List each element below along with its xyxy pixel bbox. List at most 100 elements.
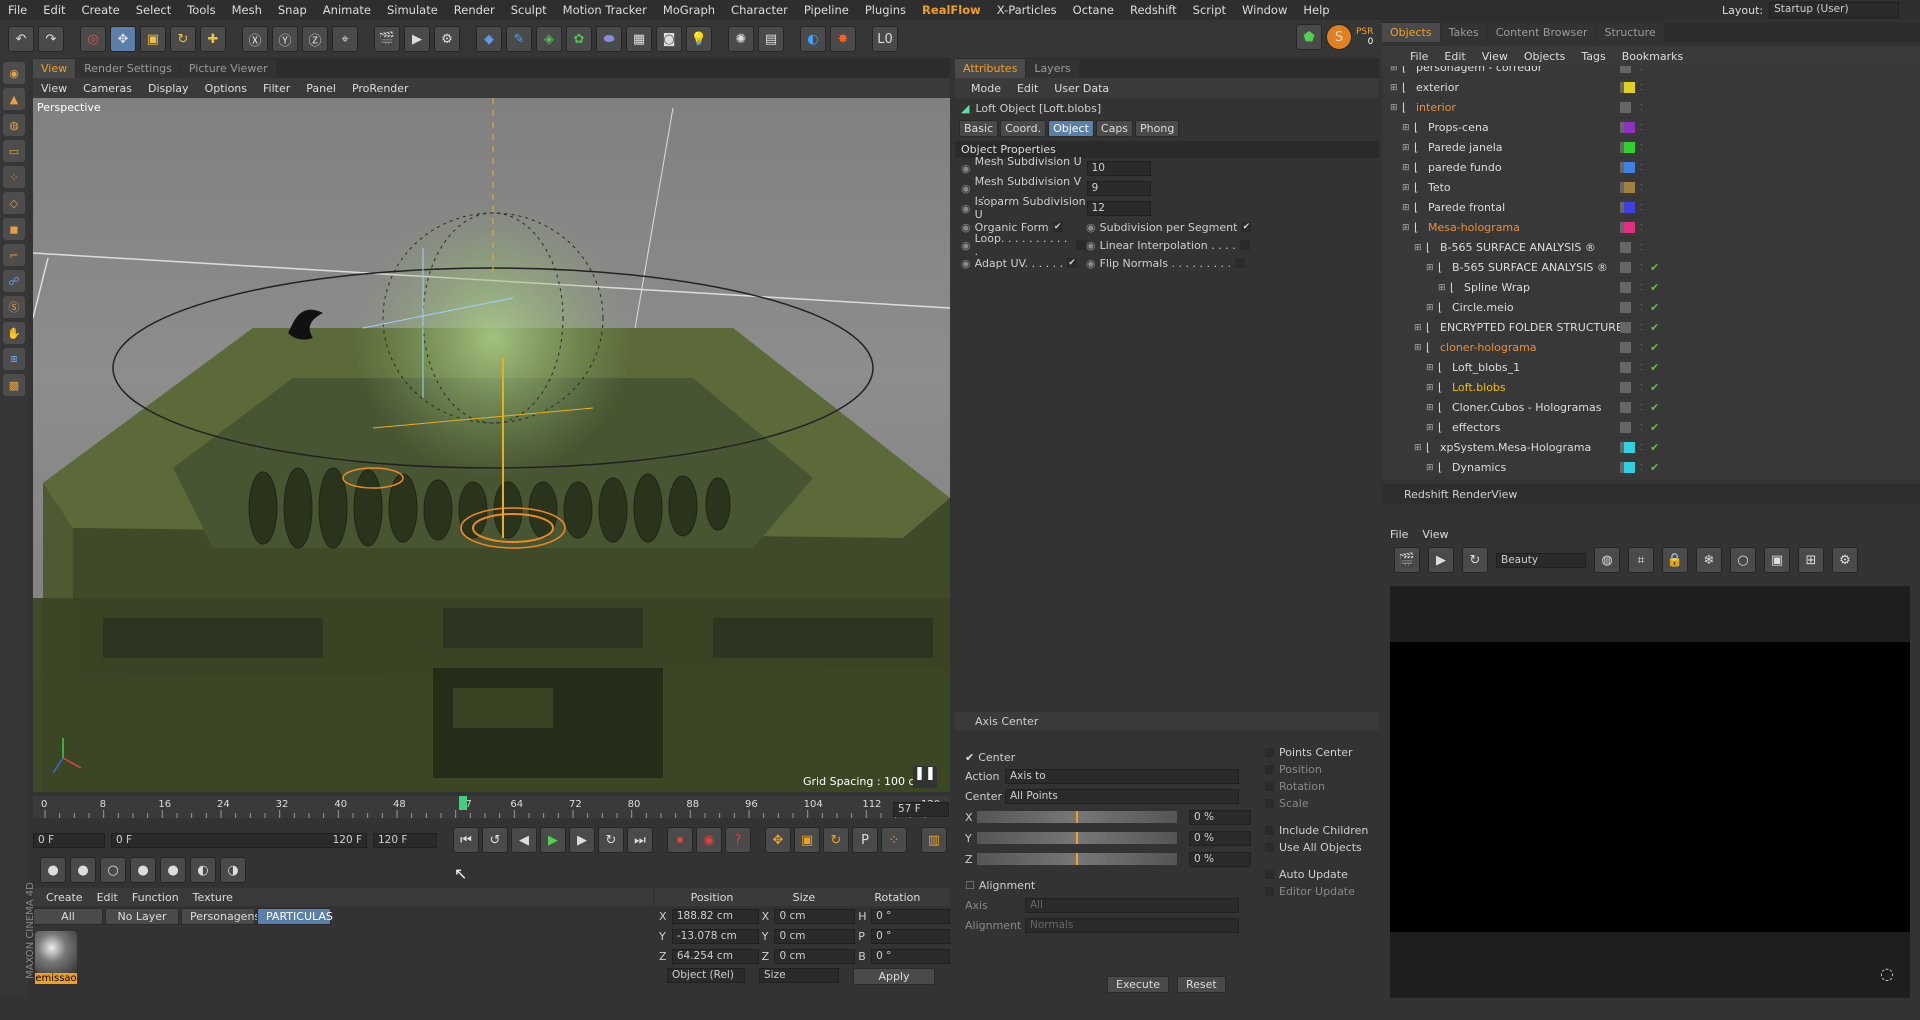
settings-icon[interactable]: ⚙ bbox=[1832, 547, 1858, 573]
render-picture-icon[interactable]: ▶ bbox=[404, 26, 430, 52]
menu-octane[interactable]: Octane bbox=[1065, 3, 1122, 17]
layer-icon[interactable] bbox=[1620, 262, 1631, 273]
attributes-tab-0[interactable]: Attributes bbox=[955, 59, 1026, 78]
tweak-icon[interactable]: ☍ bbox=[3, 270, 25, 292]
layer-icon[interactable] bbox=[1620, 362, 1631, 373]
object-row[interactable]: ⊞ ⌊ Circle.meio ⁚ ✔ bbox=[1382, 298, 1902, 318]
object-menu-tags[interactable]: Tags bbox=[1573, 50, 1613, 63]
menu-simulate[interactable]: Simulate bbox=[379, 3, 446, 17]
undo-icon[interactable]: ↶ bbox=[8, 26, 34, 52]
viewport-menu-options[interactable]: Options bbox=[197, 82, 255, 95]
material-filter-2[interactable]: Personagens bbox=[181, 908, 260, 925]
object-row[interactable]: ⊞ ⌊ personagem - corredor ⁚ bbox=[1382, 66, 1902, 78]
object-row[interactable]: ⊞ ⌊ Loft.blobs ⁚ ✔ bbox=[1382, 378, 1902, 398]
expand-icon[interactable]: ⊞ bbox=[1402, 123, 1410, 133]
center-check-icon[interactable]: ✔ bbox=[965, 751, 974, 764]
xparticles-icon[interactable]: ✺ bbox=[728, 26, 754, 52]
attributes-menu-0[interactable]: Mode bbox=[963, 82, 1009, 95]
menu-sculpt[interactable]: Sculpt bbox=[503, 3, 555, 17]
axis-y-percent[interactable]: 0 % bbox=[1189, 830, 1251, 846]
visibility-dots-icon[interactable]: ⁚ bbox=[1640, 163, 1643, 172]
prev-frame-icon[interactable]: ◀ bbox=[511, 827, 537, 853]
expand-icon[interactable]: ⊞ bbox=[1426, 403, 1434, 413]
enabled-check-icon[interactable]: ✔ bbox=[1650, 321, 1659, 334]
attributes-subtab-caps[interactable]: Caps bbox=[1095, 120, 1134, 137]
visibility-dots-icon[interactable]: ⁚ bbox=[1640, 403, 1643, 412]
rotation-field[interactable]: 0 ° bbox=[871, 928, 950, 944]
material-item[interactable]: emissao bbox=[35, 931, 77, 987]
expand-icon[interactable]: ⊞ bbox=[1426, 383, 1434, 393]
alignment-dropdown[interactable]: Normals bbox=[1025, 917, 1239, 933]
key-parameter-icon[interactable]: P bbox=[852, 827, 878, 853]
visibility-dots-icon[interactable]: ⁚ bbox=[1640, 83, 1643, 92]
timeline-icon[interactable]: ▥ bbox=[921, 827, 947, 853]
menu-character[interactable]: Character bbox=[723, 3, 796, 17]
alignment-check-icon[interactable]: ☐ bbox=[965, 879, 975, 892]
attributes-tab-1[interactable]: Layers bbox=[1026, 59, 1079, 78]
viewport-menu-prorender[interactable]: ProRender bbox=[344, 82, 417, 95]
slider-handle[interactable] bbox=[1076, 811, 1078, 823]
coordinate-system-icon[interactable]: ⌖ bbox=[332, 26, 358, 52]
viewport-menu-display[interactable]: Display bbox=[140, 82, 197, 95]
snap-icon[interactable]: Ⓢ bbox=[3, 296, 25, 318]
slider-handle[interactable] bbox=[1076, 853, 1078, 865]
expand-icon[interactable]: ⊞ bbox=[1402, 143, 1410, 153]
option-checkbox[interactable] bbox=[1265, 887, 1274, 896]
object-row[interactable]: ⊞ ⌊ effectors ⁚ ✔ bbox=[1382, 418, 1902, 438]
render-settings-icon[interactable]: ⚙ bbox=[434, 26, 460, 52]
sphere-preview-icon-4[interactable]: ● bbox=[130, 857, 156, 883]
attributes-subtab-coord[interactable]: Coord. bbox=[1000, 120, 1047, 137]
key-scale-icon[interactable]: ▣ bbox=[794, 827, 820, 853]
viewport-menu-cameras[interactable]: Cameras bbox=[75, 82, 140, 95]
rs-refresh-icon[interactable]: ↻ bbox=[1462, 547, 1488, 573]
radio-icon[interactable]: ◉ bbox=[961, 257, 971, 270]
axis-x-slider[interactable] bbox=[977, 811, 1177, 823]
crop-icon[interactable]: ⌗ bbox=[1628, 547, 1654, 573]
object-menu-objects[interactable]: Objects bbox=[1516, 50, 1574, 63]
x-axis-icon[interactable]: Ⓧ bbox=[242, 26, 268, 52]
visibility-dots-icon[interactable]: ⁚ bbox=[1640, 183, 1643, 192]
visibility-dots-icon[interactable]: ⁚ bbox=[1640, 263, 1643, 272]
visibility-dots-icon[interactable]: ⁚ bbox=[1640, 423, 1643, 432]
material-menu-function[interactable]: Function bbox=[125, 891, 186, 904]
slider-handle[interactable] bbox=[1076, 832, 1078, 844]
sphere-preview-icon-2[interactable]: ● bbox=[70, 857, 96, 883]
attribute-checkbox[interactable] bbox=[1076, 240, 1086, 250]
bounce-icon[interactable]: ↻ bbox=[598, 827, 624, 853]
menu-x-particles[interactable]: X-Particles bbox=[989, 3, 1065, 17]
octane-icon[interactable]: ◐ bbox=[800, 26, 826, 52]
rotation-field[interactable]: 0 ° bbox=[871, 948, 950, 964]
enabled-check-icon[interactable]: ✔ bbox=[1650, 301, 1659, 314]
center-dropdown[interactable]: All Points bbox=[1005, 788, 1239, 804]
expand-icon[interactable]: ⊞ bbox=[1414, 443, 1422, 453]
axis-x-percent[interactable]: 0 % bbox=[1189, 809, 1251, 825]
sphere-preview-icon-5[interactable]: ● bbox=[160, 857, 186, 883]
enabled-check-icon[interactable]: ✔ bbox=[1650, 361, 1659, 374]
points-mode-icon[interactable]: ⁘ bbox=[3, 166, 25, 188]
object-tab-1[interactable]: Takes bbox=[1440, 23, 1487, 42]
z-axis-icon[interactable]: Ⓩ bbox=[302, 26, 328, 52]
object-row[interactable]: ⊞ ⌊ parede fundo ⁚ bbox=[1382, 158, 1902, 178]
object-row[interactable]: ⊞ ⌊ B-565 SURFACE ANALYSIS ® ⁚ ✔ bbox=[1382, 258, 1902, 278]
layer-icon[interactable] bbox=[1620, 402, 1631, 413]
object-row[interactable]: ⊞ ⌊ Spline Wrap ⁚ ✔ bbox=[1382, 278, 1902, 298]
attributes-subtab-object[interactable]: Object bbox=[1048, 120, 1094, 137]
frame-range-slider[interactable]: 0 F 120 F bbox=[111, 832, 367, 848]
subdivision-icon[interactable]: ◈ bbox=[536, 26, 562, 52]
option-checkbox[interactable] bbox=[1265, 843, 1274, 852]
live-select-icon[interactable]: ◎ bbox=[80, 26, 106, 52]
attribute-checkbox[interactable] bbox=[1239, 240, 1250, 250]
size-field[interactable]: 0 cm bbox=[774, 908, 856, 924]
attribute-field-input[interactable]: 9 bbox=[1086, 180, 1151, 196]
visibility-dots-icon[interactable]: ⁚ bbox=[1640, 243, 1643, 252]
object-row[interactable]: ⊞ ⌊ Parede janela ⁚ bbox=[1382, 138, 1902, 158]
object-tab-3[interactable]: Structure bbox=[1596, 23, 1664, 42]
material-filter-3[interactable]: PARTICULAS bbox=[257, 908, 333, 925]
clapper-icon[interactable]: 🎬 bbox=[1394, 547, 1420, 573]
option-checkbox[interactable] bbox=[1265, 782, 1274, 791]
3d-viewport[interactable]: Perspective Grid Spacing : 100 cm ❚❚ bbox=[33, 98, 950, 792]
viewport-tab-2[interactable]: Picture Viewer bbox=[180, 59, 276, 78]
option-checkbox[interactable] bbox=[1265, 799, 1274, 808]
visibility-dots-icon[interactable]: ⁚ bbox=[1640, 343, 1643, 352]
deformer-icon[interactable]: ⬬ bbox=[596, 26, 622, 52]
